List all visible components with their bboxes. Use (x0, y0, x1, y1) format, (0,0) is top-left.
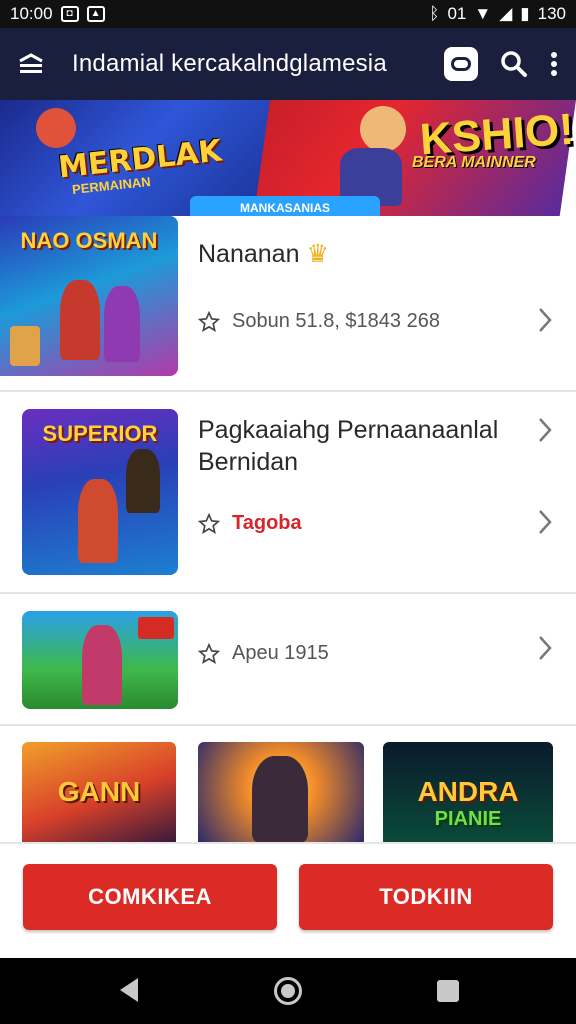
tile-caption: ANDRA (417, 776, 519, 807)
wifi-icon: ▼ (474, 4, 492, 23)
meta-text: Apeu 1915 (232, 642, 329, 664)
list-item-title: Nananan ♛ (198, 238, 329, 270)
game-tiles: GANN ANDRA PIANIE (0, 742, 576, 842)
hero-figure (78, 479, 118, 563)
meta-text: Sobun 51.8, $1843 268 (232, 310, 440, 332)
chat-button[interactable] (444, 47, 478, 81)
game-tile[interactable]: ANDRA PIANIE (383, 742, 553, 842)
status-time: 10:00 (10, 4, 53, 23)
banner-tab[interactable]: MANKASANIAS (190, 196, 380, 218)
list-item-meta: Sobun 51.8, $1843 268 (198, 310, 440, 333)
game-tile[interactable] (198, 742, 364, 842)
hero-figure (82, 625, 122, 705)
status-bar: 10:00 ◘ ▲ ᛒ 01 ▼ ◢ ▮ 130 (0, 0, 576, 28)
tile-caption-2: PIANIE (434, 808, 502, 830)
title-text: Nananan (198, 240, 300, 268)
list-item[interactable]: Apeu 1915 (0, 594, 576, 726)
meta-text: Tagoba (232, 512, 302, 534)
promo-banner[interactable]: MERDLAK PERMAINAN KSHIO! BERA MAINNER MA… (0, 100, 576, 218)
menu-icon[interactable] (18, 53, 44, 75)
thumbnail-caption: NAO OSMAN (20, 228, 158, 253)
back-icon[interactable] (120, 978, 138, 1002)
star-icon[interactable] (198, 512, 220, 535)
sim-label: 01 (447, 4, 467, 23)
right-action-button[interactable]: TODKIIN (299, 864, 553, 930)
badge (138, 617, 174, 639)
list-item-meta: Tagoba (198, 512, 302, 535)
game-thumbnail: NAO OSMAN (0, 216, 178, 376)
chevron-right-icon[interactable] (536, 306, 554, 334)
star-icon[interactable] (198, 310, 220, 333)
left-action-button[interactable]: COMKIKEA (23, 864, 277, 930)
hero-figure (104, 286, 140, 362)
chat-icon (451, 57, 471, 71)
notification-icon: ◘ (60, 6, 79, 22)
signal-icon: ◢ (499, 4, 513, 23)
bluetooth-icon: ᛒ (429, 4, 440, 23)
hero-figure (126, 449, 160, 513)
bottom-action-bar: COMKIKEA TODKIIN (0, 842, 576, 958)
game-tile[interactable]: GANN (22, 742, 176, 842)
list-item-title: Pagkaaiahg Pernaanaanlal Bernidan (198, 416, 499, 476)
thumbnail-caption: SUPERIOR (42, 421, 158, 446)
home-icon[interactable] (274, 977, 302, 1005)
game-thumbnail (22, 611, 178, 709)
battery-icon: ▮ (520, 4, 530, 23)
chevron-right-icon[interactable] (536, 508, 554, 536)
game-thumbnail: SUPERIOR (22, 409, 178, 575)
app-bar: Indamial kercakalndglamesia (0, 28, 576, 100)
arcade-cabinet (10, 326, 40, 366)
hero-figure (36, 108, 76, 148)
hero-figure (60, 280, 100, 360)
photo-icon: ▲ (86, 6, 105, 22)
more-vert-icon[interactable] (550, 51, 558, 77)
hero-figure (252, 756, 308, 842)
tile-caption: GANN (57, 776, 141, 807)
list-item[interactable]: SUPERIOR Pagkaaiahg Pernaanaanlal Bernid… (0, 392, 576, 594)
system-nav-bar (0, 958, 576, 1024)
hero-figure (360, 106, 406, 152)
chevron-right-icon[interactable] (536, 416, 554, 444)
crown-icon: ♛ (306, 240, 329, 268)
banner-right-subtitle: BERA MAINNER (412, 154, 536, 171)
list-item-meta: Apeu 1915 (198, 642, 329, 665)
app-title: Indamial kercakalndglamesia (72, 50, 387, 77)
battery-level: 130 (537, 4, 566, 23)
chevron-right-icon[interactable] (536, 634, 554, 662)
search-icon[interactable] (500, 50, 528, 78)
list-item[interactable]: NAO OSMAN Nananan ♛ Sobun 51.8, $1843 26… (0, 216, 576, 392)
recents-icon[interactable] (437, 980, 459, 1002)
star-icon[interactable] (198, 642, 220, 665)
